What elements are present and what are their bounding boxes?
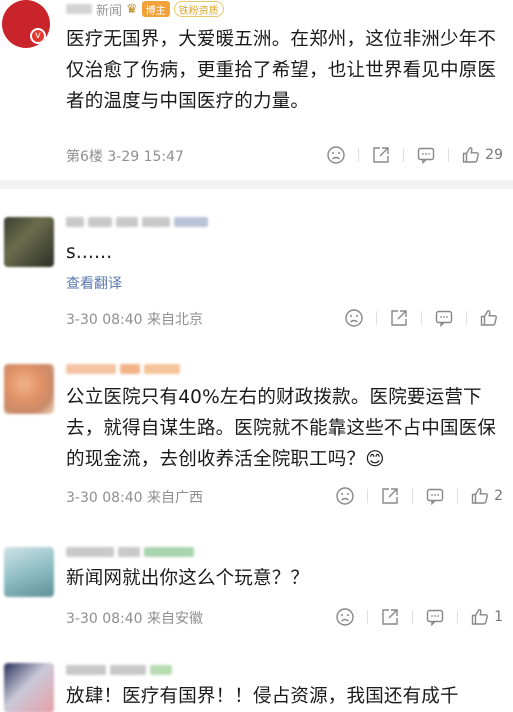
comment-meta: 3-30 08:40 来自北京 — [66, 312, 204, 328]
blurred-name — [174, 217, 208, 227]
thumbs-up-icon — [462, 147, 480, 163]
blurred-name — [110, 665, 146, 675]
divider — [403, 148, 405, 162]
comment-item: 新闻网就出你这么个玩意？？ 3-30 08:40 来自安徽 1 — [0, 535, 513, 645]
comment-meta: 3-30 08:40 来自广西 — [66, 490, 204, 506]
blogger-badge: 博主 — [141, 1, 170, 17]
blurred-name — [150, 665, 172, 675]
share-icon — [382, 488, 398, 504]
share-icon — [373, 147, 389, 163]
comment-text: 放肆！医疗有国界！！侵占资源，我国还有成千 — [66, 686, 459, 707]
commenter-name-row — [66, 360, 180, 378]
blurred-name — [66, 4, 92, 14]
divider — [457, 489, 459, 503]
thumbs-up-icon — [471, 609, 489, 625]
share-button[interactable] — [380, 606, 400, 628]
like-count: 1 — [494, 609, 503, 625]
blurred-name — [116, 217, 138, 227]
blurred-name — [118, 547, 140, 557]
dislike-button[interactable] — [326, 144, 346, 166]
reply-button[interactable] — [425, 606, 445, 628]
translate-link[interactable]: 查看翻译 — [66, 273, 122, 293]
comment-text: 新闻网就出你这么个玩意？？ — [66, 568, 310, 589]
comment-actions: 29 — [326, 144, 503, 166]
crown-icon: ♛ — [126, 1, 138, 17]
avatar[interactable] — [4, 547, 54, 597]
comment-item: 放肆！医疗有国界！！侵占资源，我国还有成千 — [0, 655, 513, 712]
blurred-name — [66, 665, 106, 675]
like-button[interactable] — [479, 307, 503, 329]
like-count: 29 — [485, 147, 503, 163]
blurred-name — [142, 217, 170, 227]
blurred-name — [144, 364, 180, 374]
like-button[interactable]: 2 — [470, 485, 503, 507]
avatar[interactable] — [4, 663, 54, 712]
divider — [376, 311, 377, 325]
fans-badge: 铁粉资质 — [173, 1, 224, 17]
avatar[interactable] — [4, 217, 54, 267]
blurred-name — [66, 364, 116, 374]
divider — [412, 610, 414, 624]
comment-item: v 新闻 ♛ 博主 铁粉资质 医疗无国界，大爱暖五洲。在郑州，这位非洲少年不仅治… — [0, 0, 513, 180]
share-button[interactable] — [380, 485, 400, 507]
comment-meta: 3-30 08:40 来自安徽 — [66, 611, 204, 627]
divider — [421, 311, 422, 325]
comment-bubble-icon — [417, 147, 435, 165]
comment-bubble-icon — [426, 609, 444, 627]
comment-bubble-icon — [426, 488, 444, 506]
divider — [367, 610, 369, 624]
divider — [412, 489, 414, 503]
comment-item: 公立医院只有40%左右的财政拨款。医院要运营下去，就得自谋生路。医院就不能靠这些… — [0, 360, 513, 520]
comment-bubble-icon — [435, 310, 453, 328]
frown-face-icon — [345, 309, 363, 327]
blurred-name — [88, 217, 112, 227]
frown-face-icon — [336, 608, 354, 626]
dislike-button[interactable] — [344, 307, 364, 329]
like-count: 2 — [494, 488, 503, 504]
comment-actions — [344, 307, 503, 329]
commenter-name-row: 新闻 ♛ 博主 铁粉资质 — [66, 0, 224, 19]
verified-icon: v — [30, 28, 46, 44]
frown-face-icon — [336, 487, 354, 505]
blurred-name — [144, 547, 194, 557]
comment-actions: 1 — [335, 606, 503, 628]
reply-button[interactable] — [425, 485, 445, 507]
comment-item: s...... 查看翻译 3-30 08:40 来自北京 — [0, 205, 513, 335]
divider — [367, 489, 369, 503]
comment-text: 医疗无国界，大爱暖五洲。在郑州，这位非洲少年不仅治愈了伤病，更重拾了希望，也让世… — [66, 29, 497, 112]
reply-button[interactable] — [416, 144, 436, 166]
commenter-name-row — [66, 661, 172, 679]
like-button[interactable]: 29 — [461, 144, 503, 166]
frown-face-icon — [327, 146, 345, 164]
comment-text: 公立医院只有40%左右的财政拨款。医院要运营下去，就得自谋生路。医院就不能靠这些… — [66, 387, 497, 470]
thumbs-up-icon — [480, 310, 497, 326]
blurred-name — [66, 547, 114, 557]
blurred-name — [120, 364, 140, 374]
divider — [448, 148, 450, 162]
dislike-button[interactable] — [335, 485, 355, 507]
share-icon — [391, 310, 407, 326]
share-button[interactable] — [371, 144, 391, 166]
comment-text: s...... — [66, 242, 113, 263]
avatar[interactable]: v — [2, 0, 50, 48]
reply-button[interactable] — [434, 307, 454, 329]
comment-meta: 第6楼 3-29 15:47 — [66, 149, 184, 165]
comment-actions: 2 — [335, 485, 503, 507]
avatar[interactable] — [4, 364, 54, 414]
like-button[interactable]: 1 — [470, 606, 503, 628]
commenter-name-row — [66, 213, 208, 231]
divider — [466, 311, 467, 325]
commenter-name[interactable]: 新闻 — [96, 0, 122, 19]
dislike-button[interactable] — [335, 606, 355, 628]
thumbs-up-icon — [471, 488, 489, 504]
divider — [358, 148, 360, 162]
blurred-name — [66, 217, 84, 227]
commenter-name-row — [66, 543, 194, 561]
divider — [457, 610, 459, 624]
share-icon — [382, 609, 398, 625]
section-divider — [0, 180, 513, 189]
share-button[interactable] — [389, 307, 409, 329]
